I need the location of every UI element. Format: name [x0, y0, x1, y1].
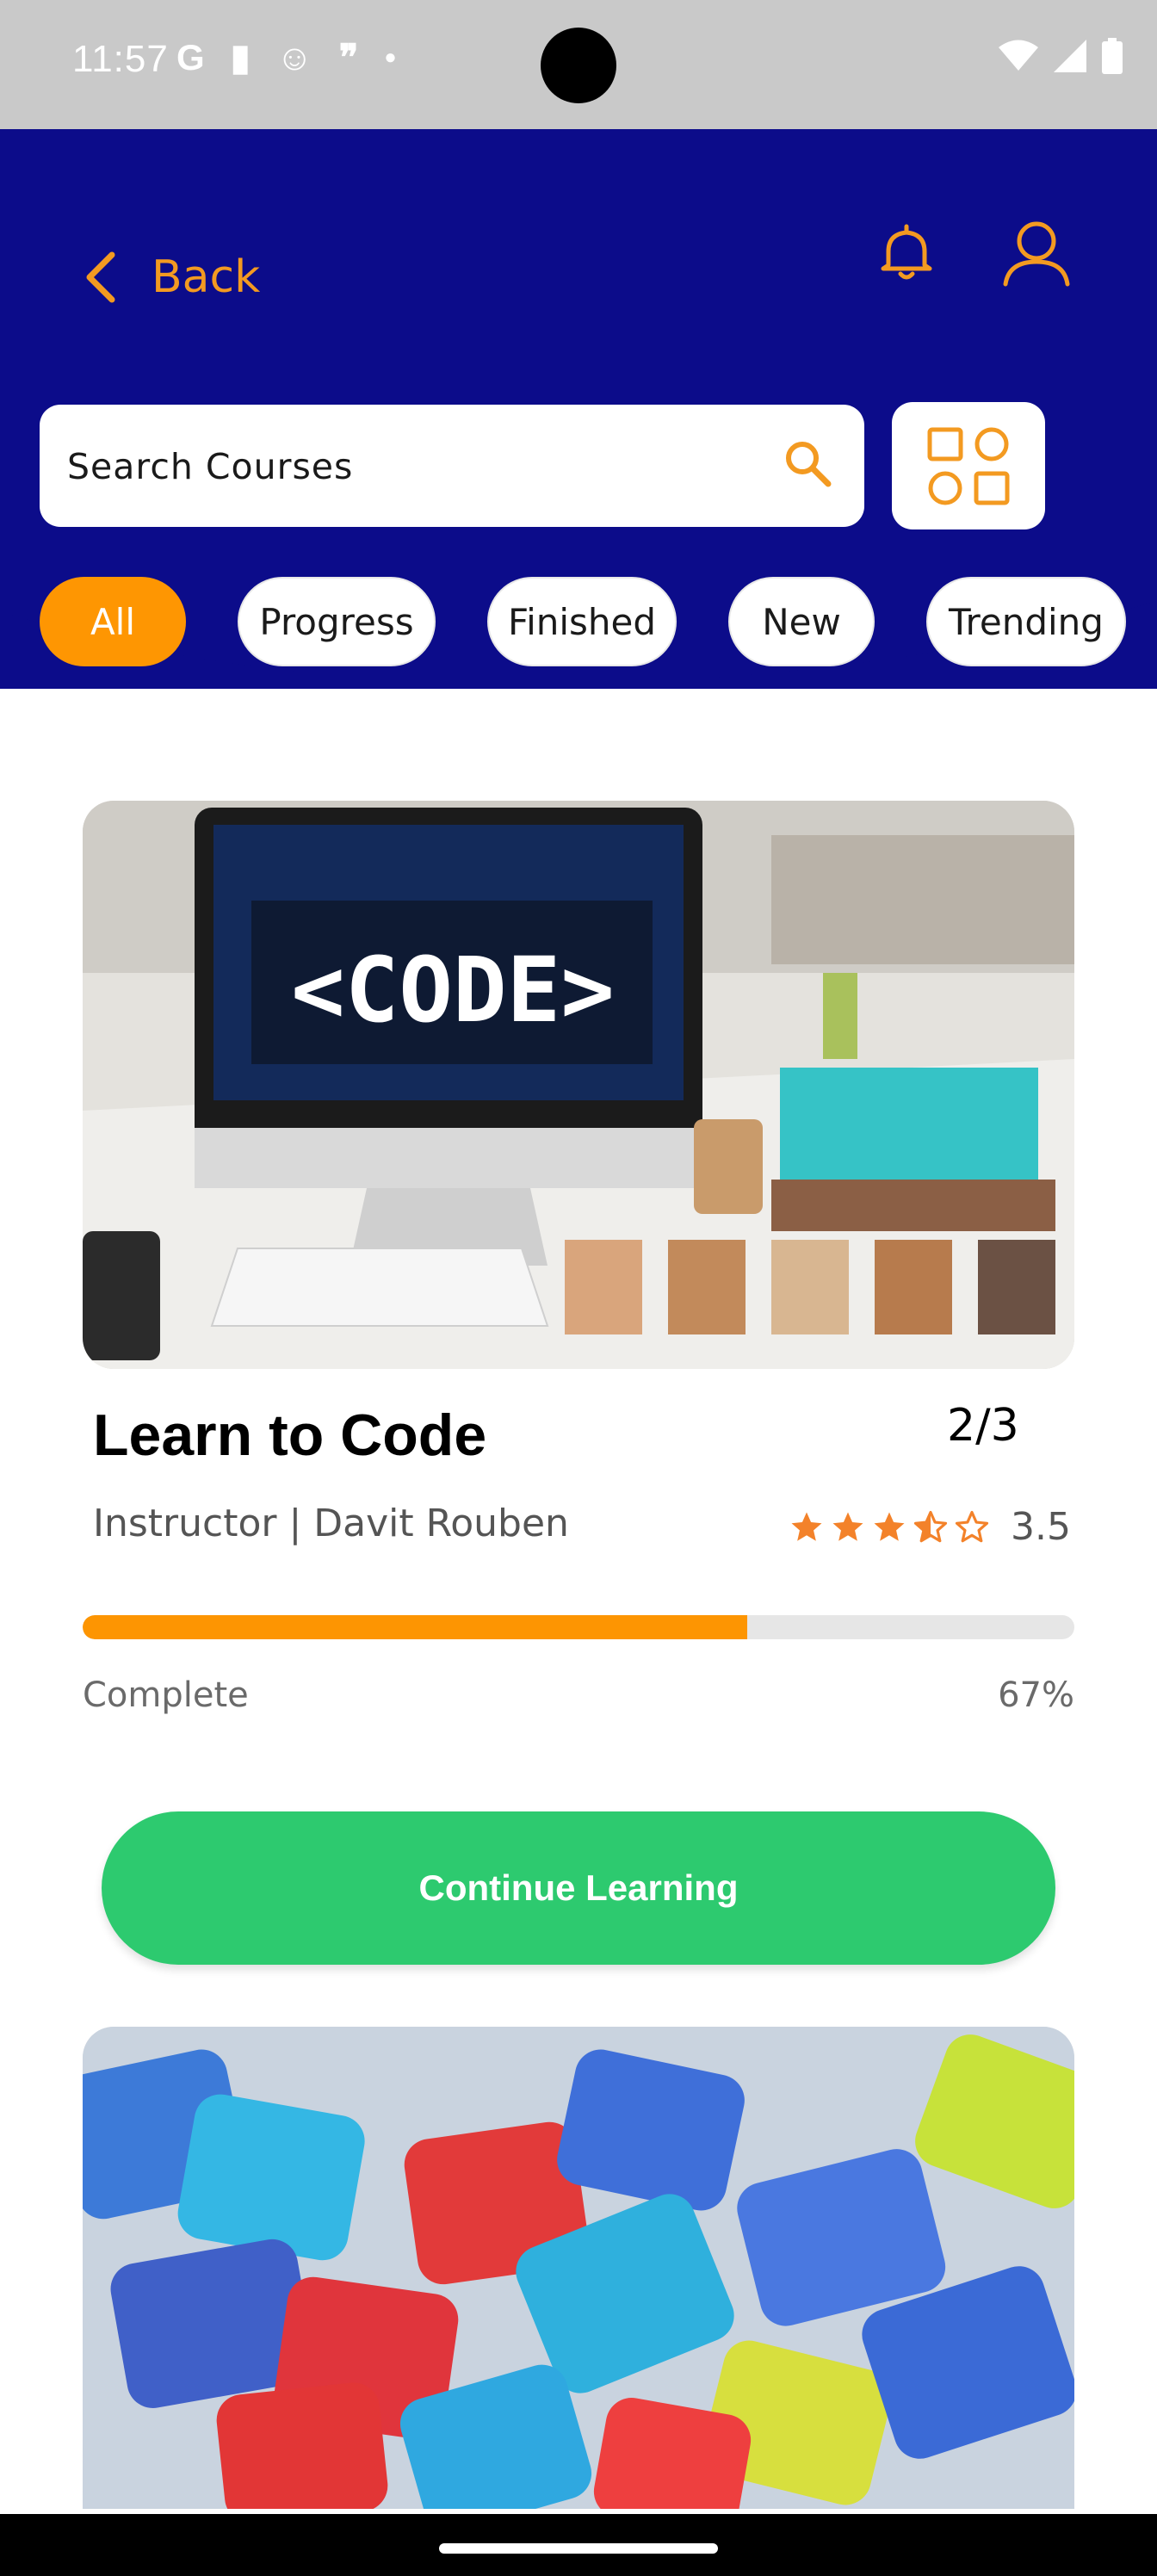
rating: 3.5 — [789, 1505, 1071, 1549]
status-bar: 11:57 G ▮ ☺ ❞ ● — [0, 0, 1157, 129]
grid-icon — [927, 427, 1010, 505]
status-notification-icons: G ▮ ☺ ❞ ● — [176, 38, 397, 77]
category-grid-button[interactable] — [892, 402, 1045, 529]
continue-learning-button[interactable]: Continue Learning — [102, 1811, 1055, 1965]
star-filled-icon — [791, 1512, 822, 1541]
course-image-illustration: <CODE> — [83, 801, 1074, 1369]
signal-icon — [1054, 40, 1086, 72]
wifi-icon — [999, 40, 1038, 71]
star-half-icon — [913, 1510, 948, 1542]
filter-chip-new[interactable]: New — [728, 577, 875, 666]
dot-icon: ● — [384, 46, 397, 69]
social-media-illustration — [83, 2027, 1074, 2509]
google-icon: G — [176, 37, 205, 77]
rating-value: 3.5 — [1011, 1505, 1071, 1549]
battery-icon — [1102, 38, 1123, 74]
course-image[interactable]: <CODE> — [83, 801, 1074, 1369]
course-image-2[interactable] — [83, 2027, 1074, 2509]
quote-icon: ❞ — [338, 37, 359, 77]
filter-chip-finished[interactable]: Finished — [487, 577, 677, 666]
complete-label: Complete — [83, 1675, 249, 1715]
filter-chips: All Progress Finished New Trending — [40, 577, 1157, 666]
code-text: <CODE> — [291, 938, 615, 1043]
back-label: Back — [152, 251, 261, 303]
star-empty-icon — [955, 1510, 989, 1542]
star-filled-icon — [832, 1512, 863, 1541]
search-input[interactable] — [65, 405, 740, 529]
smiley-icon: ☺ — [275, 37, 313, 77]
camera-cutout — [541, 28, 616, 103]
status-time: 11:57 — [72, 38, 169, 80]
filter-chip-progress[interactable]: Progress — [238, 577, 436, 666]
search-bar — [40, 405, 864, 529]
search-icon[interactable] — [782, 437, 837, 492]
course-title: Learn to Code — [93, 1403, 487, 1468]
course-count: 2/3 — [947, 1400, 1019, 1452]
filter-chip-trending[interactable]: Trending — [926, 577, 1126, 666]
progress-bar — [83, 1615, 1074, 1639]
status-system-icons — [999, 38, 1123, 74]
bell-icon[interactable] — [876, 222, 937, 282]
chevron-left-icon — [86, 251, 115, 303]
notification-icon: ▮ — [230, 37, 251, 77]
star-filled-icon — [874, 1512, 905, 1541]
filter-chip-all[interactable]: All — [40, 577, 186, 666]
progress-fill — [83, 1615, 747, 1639]
profile-icon[interactable] — [1000, 217, 1073, 289]
home-gesture-handle[interactable] — [439, 2543, 718, 2554]
complete-percentage: 67% — [998, 1675, 1074, 1715]
instructor-name: Instructor | Davit Rouben — [93, 1502, 569, 1545]
back-button[interactable]: Back — [83, 250, 260, 305]
